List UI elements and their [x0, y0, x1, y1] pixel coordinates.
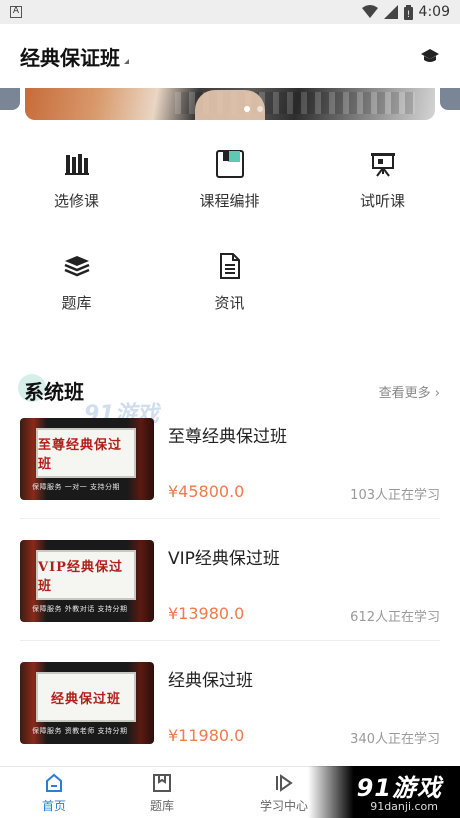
- learner-count: 612人正在学习: [350, 610, 440, 625]
- course-item[interactable]: 至尊经典保过班 保障服务 一对一 支持分期 至尊经典保过班 ¥45800.0 1…: [20, 418, 440, 519]
- course-name: 经典保过班: [168, 671, 253, 691]
- tab-home[interactable]: 首页: [4, 773, 104, 814]
- grid-item-schedule[interactable]: 课程编排: [153, 148, 306, 211]
- thumbnail-card: VIP经典保过班: [36, 550, 136, 600]
- grid-item-trial[interactable]: 试听课: [306, 148, 459, 211]
- watermark-domain: 91danji.com: [370, 800, 438, 813]
- carousel-dot: [257, 106, 263, 112]
- home-icon: [46, 773, 62, 792]
- grid-item-label: 课程编排: [199, 192, 260, 210]
- page-title[interactable]: 经典保证班: [20, 42, 120, 71]
- grid-item-question-bank[interactable]: 题库: [0, 250, 153, 313]
- tab-question-bank[interactable]: 题库: [112, 773, 212, 814]
- course-thumbnail: 经典保过班 保障服务 资教老师 支持分期: [20, 662, 154, 744]
- clock: 4:09: [418, 4, 450, 20]
- stack-icon: [61, 250, 93, 282]
- thumbnail-subtitle: 保障服务 外教对话 支持分期: [32, 605, 128, 613]
- course-price: ¥45800.0: [168, 482, 245, 501]
- thumbnail-title: 经典保过班: [50, 691, 121, 707]
- signal-icon: [383, 5, 398, 19]
- learner-count: 103人正在学习: [350, 488, 440, 503]
- banner-image[interactable]: [25, 88, 435, 120]
- tab-label: 首页: [41, 799, 66, 813]
- books-icon: [61, 148, 93, 180]
- banner-carousel[interactable]: [0, 88, 460, 122]
- grid-item-news[interactable]: 资讯: [153, 250, 306, 313]
- see-more-link[interactable]: 查看更多 ›: [379, 382, 440, 401]
- watermark-brand: 91游戏: [356, 774, 442, 802]
- thumbnail-card: 至尊经典保过班: [36, 428, 136, 478]
- schedule-icon: [214, 148, 246, 180]
- document-icon: [214, 250, 246, 282]
- course-item[interactable]: VIP经典保过班 保障服务 外教对话 支持分期 VIP经典保过班 ¥13980.…: [20, 540, 440, 641]
- wifi-icon: [361, 5, 378, 18]
- divider: [20, 518, 440, 519]
- tab-label: 题库: [149, 799, 174, 813]
- learner-count: 340人正在学习: [350, 732, 440, 747]
- section-header: 系统班 查看更多 ›: [0, 370, 460, 408]
- course-price: ¥13980.0: [168, 604, 245, 623]
- thumbnail-card: 经典保过班: [36, 672, 136, 722]
- watermark-badge: 91游戏 91danji.com: [308, 766, 460, 818]
- divider: [20, 640, 440, 641]
- course-thumbnail: 至尊经典保过班 保障服务 一对一 支持分期: [20, 418, 154, 500]
- tab-label: 学习中心: [259, 799, 308, 813]
- battery-icon: !: [403, 4, 413, 20]
- thumbnail-title: VIP经典保过班: [38, 560, 123, 594]
- thumbnail-subtitle: 保障服务 一对一 支持分期: [32, 483, 120, 491]
- course-name: VIP经典保过班: [168, 549, 280, 569]
- course-item[interactable]: 经典保过班 保障服务 资教老师 支持分期 经典保过班 ¥11980.0 340人…: [20, 662, 440, 762]
- graduation-cap-icon[interactable]: [420, 48, 440, 64]
- course-thumbnail: VIP经典保过班 保障服务 外教对话 支持分期: [20, 540, 154, 622]
- carousel-dots: [244, 106, 263, 112]
- banner-prev-peek: [0, 88, 20, 110]
- grid-item-label: 题库: [61, 294, 92, 312]
- grid-item-label: 选修课: [53, 192, 99, 210]
- carousel-dot: [244, 106, 250, 112]
- play-icon: [276, 774, 293, 792]
- course-price: ¥11980.0: [168, 726, 245, 745]
- grid-item-label: 资讯: [214, 294, 245, 312]
- svg-text:!: !: [406, 10, 410, 20]
- hand-graphic: [195, 90, 265, 120]
- course-name: 至尊经典保过班: [168, 427, 287, 447]
- presentation-icon: [367, 148, 399, 180]
- app-header: 经典保证班: [0, 24, 460, 88]
- thumbnail-title: 至尊经典保过班: [38, 438, 123, 472]
- notification-icon: A: [10, 6, 22, 18]
- section-title: 系统班: [24, 380, 84, 404]
- dropdown-caret-icon[interactable]: [124, 58, 129, 64]
- grid-item-label: 试听课: [359, 192, 405, 210]
- grid-item-elective[interactable]: 选修课: [0, 148, 153, 211]
- banner-next-peek: [440, 88, 460, 110]
- status-bar: A ! 4:09: [0, 0, 460, 24]
- thumbnail-subtitle: 保障服务 资教老师 支持分期: [32, 727, 128, 735]
- bookmark-icon: [153, 774, 171, 792]
